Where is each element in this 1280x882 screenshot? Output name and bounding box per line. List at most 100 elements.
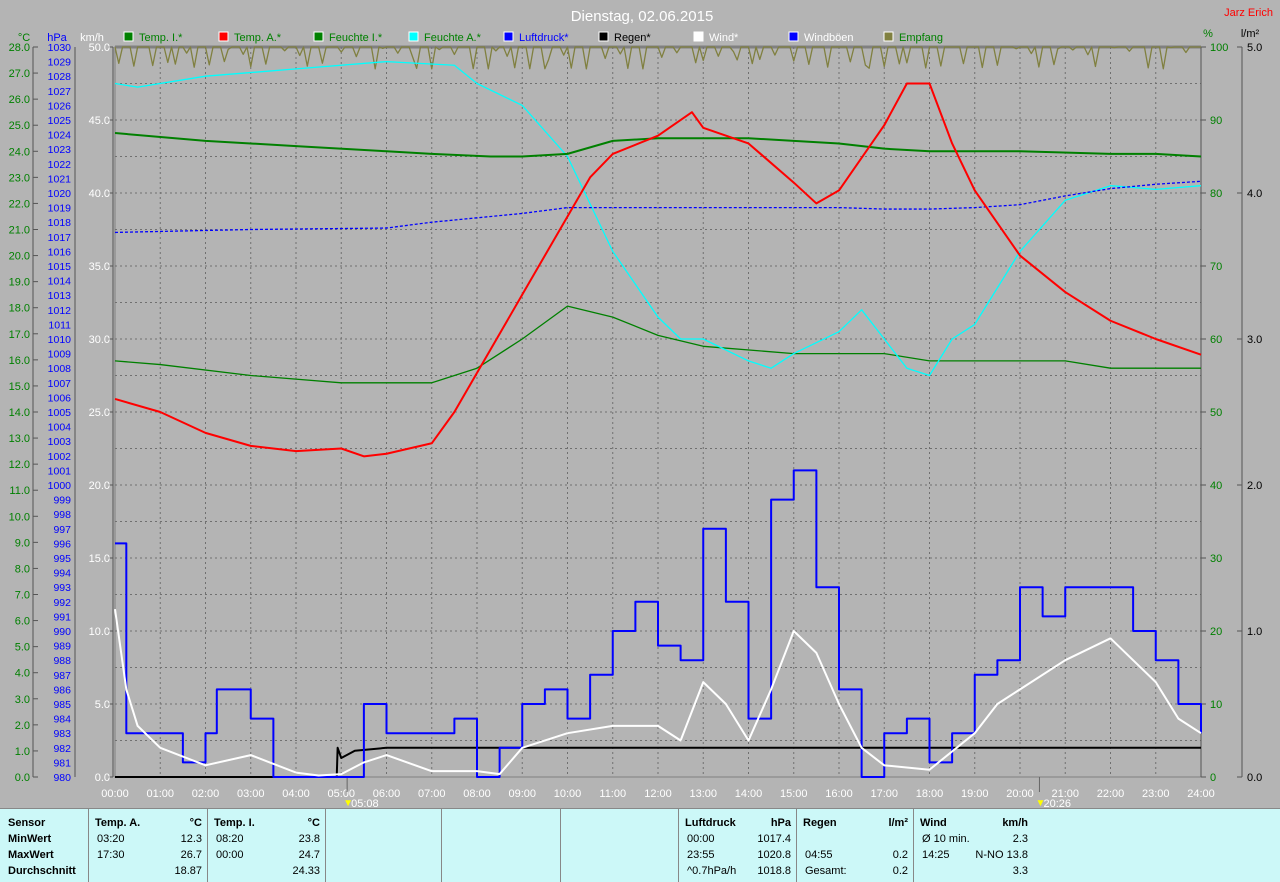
legend-label: Windböen bbox=[804, 32, 854, 44]
row-label-avg: Durchschnitt bbox=[8, 865, 76, 877]
x-tick-label: 23:00 bbox=[1142, 788, 1170, 800]
axis-tick-label: 1.0 bbox=[1247, 626, 1262, 638]
temp_a-value: 18.87 bbox=[174, 865, 202, 877]
axis-tick-label: 6.0 bbox=[15, 616, 30, 628]
legend-item: Empfang bbox=[883, 31, 943, 44]
x-tick-label: 16:00 bbox=[825, 788, 853, 800]
grid bbox=[114, 45, 1202, 778]
legend-swatch bbox=[693, 31, 704, 42]
chart-title: Dienstag, 02.06.2015 bbox=[571, 8, 714, 25]
pressure-tick-label: 1009 bbox=[48, 349, 72, 361]
x-tick-label: 14:00 bbox=[735, 788, 763, 800]
axis-tick-label: 0.0 bbox=[1247, 772, 1262, 784]
temp_a-time: 03:20 bbox=[97, 833, 125, 845]
pressure-tick-label: 995 bbox=[53, 553, 71, 565]
pressure-unit: hPa bbox=[770, 817, 791, 829]
pressure-tick-label: 1008 bbox=[48, 363, 72, 375]
pressure-column: Luftdruck hPa 00:00 1017.4 23:55 1020.8 ^0.… bbox=[678, 809, 797, 882]
legend-swatch bbox=[123, 31, 134, 42]
pressure-tick-label: 1000 bbox=[48, 480, 72, 492]
axis-tick-label: 25.0 bbox=[9, 120, 30, 132]
legend-label: Feuchte A.* bbox=[424, 32, 482, 44]
row-label-max: MaxWert bbox=[8, 849, 54, 861]
axis-tick-label: 50 bbox=[1210, 407, 1222, 419]
pressure-time: ^0.7hPa/h bbox=[687, 865, 737, 877]
pressure-tick-label: 989 bbox=[53, 641, 71, 653]
rain-unit: l/m² bbox=[1241, 28, 1260, 40]
x-tick-label: 18:00 bbox=[916, 788, 944, 800]
pressure-tick-label: 1028 bbox=[48, 71, 72, 83]
pressure-tick-label: 991 bbox=[53, 611, 71, 623]
axis-tick-label: 30 bbox=[1210, 553, 1222, 565]
legend-label: Empfang bbox=[899, 32, 943, 44]
axis-tick-label: 30.0 bbox=[89, 334, 110, 346]
x-tick-label: 20:00 bbox=[1006, 788, 1034, 800]
pressure-tick-label: 994 bbox=[53, 568, 71, 580]
pressure-tick-label: 1006 bbox=[48, 392, 72, 404]
temp_a-unit: °C bbox=[189, 817, 202, 829]
temp_a-value: 12.3 bbox=[180, 833, 202, 845]
x-tick-label: 01:00 bbox=[146, 788, 174, 800]
author-label: Jarz Erich bbox=[1224, 7, 1273, 19]
axis-tick-label: 9.0 bbox=[15, 537, 30, 549]
pressure-tick-label: 1002 bbox=[48, 451, 72, 463]
axis-tick-label: 35.0 bbox=[89, 261, 110, 273]
axis-tick-label: 17.0 bbox=[9, 329, 30, 341]
axis-tick-label: 20.0 bbox=[89, 480, 110, 492]
legend-item: Windböen bbox=[788, 31, 854, 44]
axis-tick-label: 14.0 bbox=[9, 407, 30, 419]
legend-item: Temp. I.* bbox=[123, 31, 183, 44]
pressure-tick-label: 1020 bbox=[48, 188, 72, 200]
empty-column bbox=[441, 809, 561, 882]
axis-tick-label: 21.0 bbox=[9, 225, 30, 237]
axis-tick-label: 24.0 bbox=[9, 146, 30, 158]
pressure-tick-label: 1003 bbox=[48, 436, 72, 448]
legend-item: Luftdruck* bbox=[503, 31, 569, 44]
pressure-tick-label: 1019 bbox=[48, 203, 72, 215]
axis-tick-label: 4.0 bbox=[1247, 188, 1262, 200]
axis-tick-label: 5.0 bbox=[95, 699, 110, 711]
axis-tick-label: 26.0 bbox=[9, 94, 30, 106]
wind-column: Wind km/h Ø 10 min. 2.3 14:25 N-NO 13.8 3.… bbox=[913, 809, 1034, 882]
pressure-tick-label: 983 bbox=[53, 728, 71, 740]
axis-tick-label: 3.0 bbox=[15, 694, 30, 706]
temp_i-value: 23.8 bbox=[298, 833, 320, 845]
pressure-tick-label: 1012 bbox=[48, 305, 72, 317]
legend-label: Feuchte I.* bbox=[329, 32, 383, 44]
pressure-tick-label: 985 bbox=[53, 699, 71, 711]
pressure-tick-label: 1023 bbox=[48, 144, 72, 156]
x-tick-label: 22:00 bbox=[1097, 788, 1125, 800]
rain-time: 04:55 bbox=[805, 849, 833, 861]
x-tick-label: 24:00 bbox=[1187, 788, 1215, 800]
pressure-tick-label: 1030 bbox=[48, 42, 72, 54]
pressure-tick-label: 980 bbox=[53, 772, 71, 784]
axis-tick-label: 7.0 bbox=[15, 590, 30, 602]
stats-table: Sensor MinWert MaxWert Durchschnitt Temp… bbox=[0, 808, 1280, 882]
pressure-tick-label: 1015 bbox=[48, 261, 72, 273]
x-tick-label: 03:00 bbox=[237, 788, 265, 800]
axis-tick-label: 27.0 bbox=[9, 68, 30, 80]
legend-item: Wind* bbox=[693, 31, 739, 44]
pressure-tick-label: 988 bbox=[53, 655, 71, 667]
axis-tick-label: 40.0 bbox=[89, 188, 110, 200]
legend-label: Temp. I.* bbox=[139, 32, 183, 44]
axis-tick-label: 25.0 bbox=[89, 407, 110, 419]
rain-unit: l/m² bbox=[888, 817, 908, 829]
legend-swatch bbox=[788, 31, 799, 42]
pressure-tick-label: 990 bbox=[53, 626, 71, 638]
axis-tick-label: 10 bbox=[1210, 699, 1222, 711]
pressure-tick-label: 997 bbox=[53, 524, 71, 536]
axis-tick-label: 23.0 bbox=[9, 172, 30, 184]
axis-tick-label: 40 bbox=[1210, 480, 1222, 492]
pressure-header: Luftdruck bbox=[685, 817, 736, 829]
axis-tick-label: 0.0 bbox=[95, 772, 110, 784]
wind-value: 3.3 bbox=[1012, 865, 1028, 877]
legend-item: Feuchte A.* bbox=[408, 31, 482, 44]
pressure-tick-label: 984 bbox=[53, 714, 71, 726]
x-tick-label: 07:00 bbox=[418, 788, 446, 800]
axis-tick-label: 20 bbox=[1210, 626, 1222, 638]
axis-tick-label: 80 bbox=[1210, 188, 1222, 200]
legend-label: Wind* bbox=[709, 32, 739, 44]
pressure-tick-label: 1018 bbox=[48, 217, 72, 229]
axis-tick-label: 15.0 bbox=[89, 553, 110, 565]
